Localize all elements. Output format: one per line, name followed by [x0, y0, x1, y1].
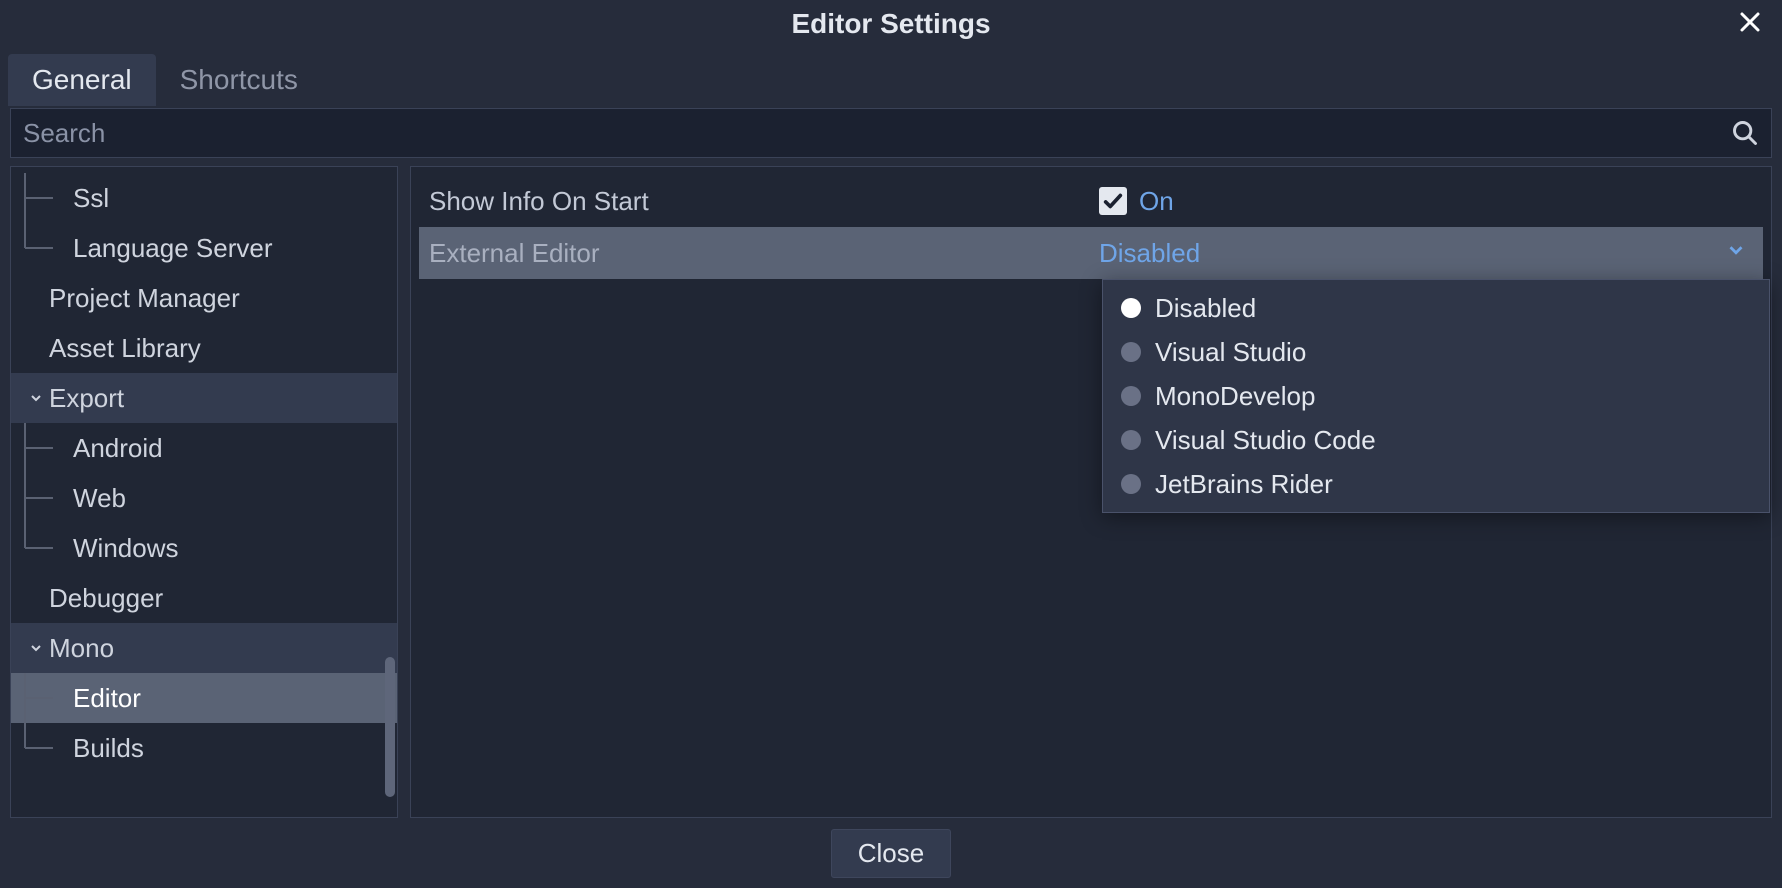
tree-item-label: Export — [49, 383, 124, 414]
search-row — [10, 108, 1772, 158]
check-icon — [1102, 190, 1124, 212]
tree-item-label: Mono — [49, 633, 114, 664]
tree-item-label: Debugger — [49, 583, 163, 614]
radio-icon — [1121, 298, 1141, 318]
tree-item-language-server[interactable]: Language Server — [11, 223, 397, 273]
tree-item-web[interactable]: Web — [11, 473, 397, 523]
tree-item-label: Web — [73, 483, 126, 514]
body: Ssl Language Server Project Manager — [0, 166, 1782, 818]
external-editor-popup: Disabled Visual Studio MonoDevelop Visua… — [1102, 279, 1770, 513]
option-visual-studio-code[interactable]: Visual Studio Code — [1103, 418, 1769, 462]
chevron-down-icon — [27, 640, 45, 656]
search-icon[interactable] — [1731, 119, 1759, 147]
tab-general[interactable]: General — [8, 54, 156, 106]
tree-item-android[interactable]: Android — [11, 423, 397, 473]
option-visual-studio[interactable]: Visual Studio — [1103, 330, 1769, 374]
checkbox-value-label: On — [1139, 186, 1174, 217]
option-label: Disabled — [1155, 293, 1256, 324]
tree-item-label: Android — [73, 433, 163, 464]
editor-settings-window: Editor Settings General Shortcuts Ssl — [0, 0, 1782, 888]
tree-item-label: Language Server — [73, 233, 272, 264]
tree-item-windows[interactable]: Windows — [11, 523, 397, 573]
external-editor-dropdown[interactable]: Disabled — [1099, 238, 1763, 269]
radio-icon — [1121, 430, 1141, 450]
tree-item-project-manager[interactable]: Project Manager — [11, 273, 397, 323]
tree-item-label: Project Manager — [49, 283, 240, 314]
tab-shortcuts[interactable]: Shortcuts — [156, 54, 322, 106]
window-close-button[interactable] — [1732, 4, 1768, 40]
tree-item-label: Ssl — [73, 183, 109, 214]
radio-icon — [1121, 386, 1141, 406]
tree-item-debugger[interactable]: Debugger — [11, 573, 397, 623]
footer: Close — [0, 818, 1782, 888]
radio-icon — [1121, 342, 1141, 362]
radio-icon — [1121, 474, 1141, 494]
tree-item-export[interactable]: Export — [11, 373, 397, 423]
option-label: JetBrains Rider — [1155, 469, 1333, 500]
option-label: Visual Studio Code — [1155, 425, 1376, 456]
property-label: External Editor — [419, 238, 1099, 269]
tree-item-label: Builds — [73, 733, 144, 764]
property-external-editor: External Editor Disabled — [419, 227, 1763, 279]
tree-item-builds[interactable]: Builds — [11, 723, 397, 773]
tree-item-editor[interactable]: Editor — [11, 673, 397, 723]
sidebar-scrollbar[interactable] — [385, 657, 395, 797]
property-label: Show Info On Start — [419, 186, 1099, 217]
chevron-down-icon — [27, 390, 45, 406]
titlebar: Editor Settings — [0, 0, 1782, 48]
category-tree: Ssl Language Server Project Manager — [10, 166, 398, 818]
tree-item-label: Windows — [73, 533, 178, 564]
tree-item-ssl[interactable]: Ssl — [11, 173, 397, 223]
option-monodevelop[interactable]: MonoDevelop — [1103, 374, 1769, 418]
tree-item-asset-library[interactable]: Asset Library — [11, 323, 397, 373]
option-label: Visual Studio — [1155, 337, 1306, 368]
close-button[interactable]: Close — [831, 829, 951, 878]
window-title: Editor Settings — [791, 8, 990, 40]
chevron-down-icon — [1725, 239, 1747, 268]
tree-item-mono[interactable]: Mono — [11, 623, 397, 673]
tree-item-label: Asset Library — [49, 333, 201, 364]
option-label: MonoDevelop — [1155, 381, 1315, 412]
search-input[interactable] — [23, 118, 1731, 149]
close-icon — [1738, 10, 1762, 34]
option-disabled[interactable]: Disabled — [1103, 286, 1769, 330]
tree-item-label: Editor — [73, 683, 141, 714]
option-jetbrains-rider[interactable]: JetBrains Rider — [1103, 462, 1769, 506]
tab-bar: General Shortcuts — [0, 54, 1782, 106]
show-info-checkbox[interactable] — [1099, 187, 1127, 215]
property-show-info-on-start: Show Info On Start On — [419, 175, 1763, 227]
property-panel: Show Info On Start On External Editor Di… — [410, 166, 1772, 818]
dropdown-value: Disabled — [1099, 238, 1200, 269]
